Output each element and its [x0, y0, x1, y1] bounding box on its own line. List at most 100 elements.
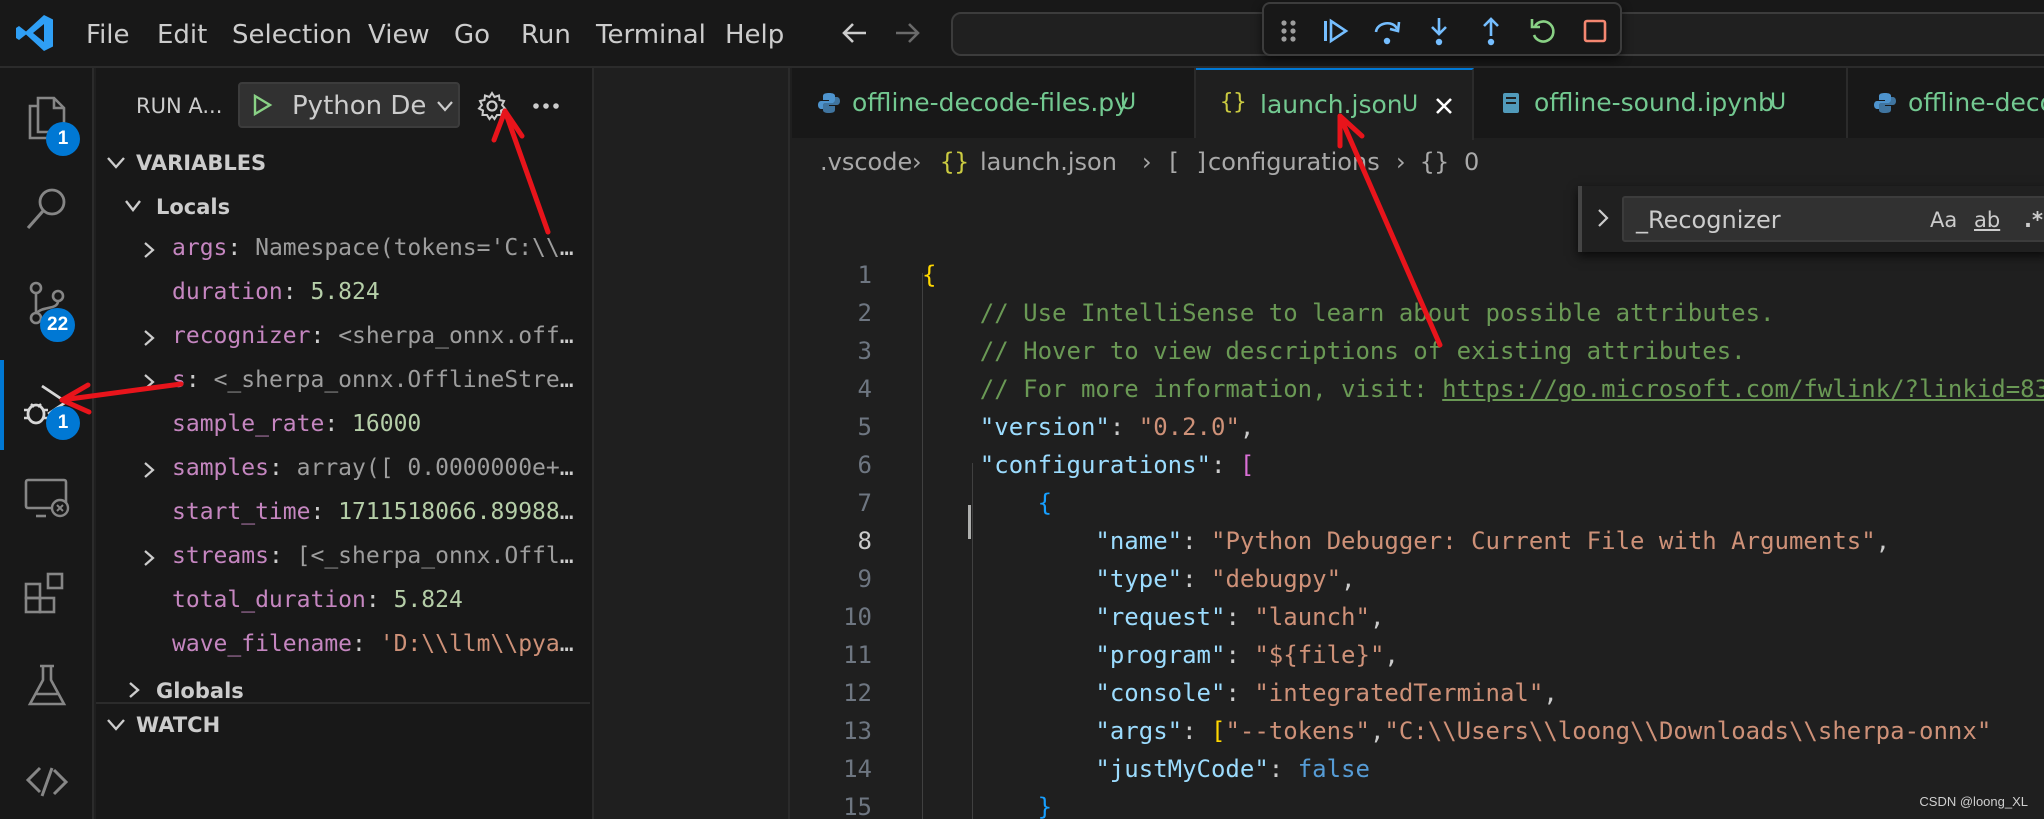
menu-terminal[interactable]: Terminal: [596, 20, 706, 50]
tab-label: offline-decode-files.py: [1908, 88, 2044, 117]
tab-offline-sound[interactable]: offline-sound.ipynb U: [1474, 68, 1848, 138]
variable-row[interactable]: start_time: 1711518066.89988...: [96, 492, 590, 536]
menu-selection[interactable]: Selection: [232, 20, 352, 50]
tab-status: U: [1120, 90, 1137, 115]
line-number: 4: [857, 375, 872, 403]
variable-row[interactable]: duration: 5.824: [96, 272, 590, 316]
variable-separator: :: [227, 235, 256, 261]
breadcrumb-file[interactable]: launch.json: [980, 148, 1117, 176]
variable-row[interactable]: sample_rate: 16000: [96, 404, 590, 448]
breadcrumb-item-0[interactable]: 0: [1464, 148, 1479, 176]
code-token: "launch": [1254, 603, 1370, 631]
step-over-icon[interactable]: [1370, 14, 1404, 48]
back-arrow-icon[interactable]: [836, 14, 874, 52]
run-debug-button[interactable]: 1: [0, 360, 94, 450]
section-divider: [96, 702, 590, 704]
explorer-button[interactable]: 1: [0, 72, 94, 162]
variable-row[interactable]: args: Namespace(tokens='C:\\Users\\loong…: [96, 228, 590, 272]
variables-section-header[interactable]: VARIABLES: [96, 146, 590, 180]
line-number: 14: [843, 755, 872, 783]
variable-name: total_duration: [172, 587, 366, 613]
variable-row[interactable]: s: <_sherpa_onnx.OfflineStream object>: [96, 360, 590, 404]
code-token: ,: [1369, 717, 1385, 745]
remote-button[interactable]: [0, 736, 94, 819]
code-token: :: [1225, 603, 1255, 631]
variable-row[interactable]: samples: array([ 0.0000000e+00, 0.000000…: [96, 448, 590, 492]
variable-value: 1711518066.89988...: [338, 499, 586, 525]
variable-row[interactable]: recognizer: <sherpa_onnx.offline_recogni…: [96, 316, 590, 360]
restart-icon[interactable]: [1526, 14, 1560, 48]
breadcrumb-configurations[interactable]: configurations: [1208, 148, 1380, 176]
chevron-right-icon[interactable]: [142, 329, 156, 347]
variable-separator: :: [185, 367, 214, 393]
continue-icon[interactable]: [1318, 14, 1352, 48]
start-debugging-icon[interactable]: [250, 93, 274, 117]
close-icon[interactable]: [1434, 96, 1454, 116]
code-token: :: [1182, 565, 1211, 593]
variable-value: 16000: [352, 411, 422, 437]
editor-area: offline-decode-files.py U {} launch.json…: [792, 68, 2044, 819]
variable-name: duration: [172, 279, 283, 305]
code-token: "type": [1095, 565, 1183, 593]
debug-toolbar: [1262, 2, 1622, 56]
forward-arrow-icon[interactable]: [888, 14, 926, 52]
chevron-right-icon[interactable]: [142, 373, 156, 391]
breadcrumb-folder[interactable]: .vscode: [820, 148, 912, 176]
menu-run[interactable]: Run: [521, 20, 571, 50]
code-token: :: [1109, 413, 1139, 441]
step-into-icon[interactable]: [1422, 14, 1456, 48]
match-whole-word-toggle[interactable]: ab: [1974, 208, 2000, 232]
match-case-toggle[interactable]: Aa: [1930, 208, 1957, 232]
search-button[interactable]: [0, 164, 94, 254]
drag-handle-icon[interactable]: [1278, 14, 1300, 48]
variable-name: streams: [172, 543, 269, 569]
vscode-logo-icon[interactable]: [14, 12, 56, 54]
chevron-right-icon[interactable]: [142, 241, 156, 259]
variable-text: wave_filename: 'D:\\llm\\pyaudio\\test.w…: [172, 631, 586, 657]
menu-file[interactable]: File: [86, 20, 130, 50]
object-icon: {}: [1420, 148, 1449, 176]
source-control-button[interactable]: 22: [0, 258, 94, 348]
find-widget: _Recognizer Aa ab .*: [1578, 186, 2044, 252]
find-input[interactable]: _Recognizer Aa ab .*: [1622, 196, 2044, 242]
line-number: 3: [857, 337, 872, 365]
more-actions-icon[interactable]: [530, 92, 562, 120]
gear-icon[interactable]: [476, 90, 508, 122]
variable-row[interactable]: total_duration: 5.824: [96, 580, 590, 624]
tab-launch-json[interactable]: {} launch.json U: [1196, 68, 1474, 140]
step-out-icon[interactable]: [1474, 14, 1508, 48]
menu-help[interactable]: Help: [725, 20, 784, 50]
variable-name: wave_filename: [172, 631, 353, 657]
code-token: "debugpy": [1211, 565, 1342, 593]
debug-config-select[interactable]: Python De: [238, 82, 460, 128]
extensions-button[interactable]: [0, 548, 94, 638]
locals-scope[interactable]: Locals: [96, 190, 590, 224]
variable-separator: :: [365, 587, 394, 613]
tab-offline-decode-files[interactable]: offline-decode-files.py U: [792, 68, 1196, 138]
stop-icon[interactable]: [1578, 14, 1612, 48]
tab-offline-decode-files-2[interactable]: offline-decode-files.py U: [1848, 68, 2044, 138]
variable-name: samples: [172, 455, 269, 481]
variable-row[interactable]: wave_filename: 'D:\\llm\\pyaudio\\test.w…: [96, 624, 590, 668]
testing-button[interactable]: [0, 642, 94, 732]
menu-edit[interactable]: Edit: [157, 20, 207, 50]
remote-explorer-button[interactable]: [0, 454, 94, 544]
chevron-right-icon[interactable]: [142, 461, 156, 479]
line-number: 1: [857, 261, 872, 289]
line-number: 6: [857, 451, 872, 479]
variable-row[interactable]: streams: [<_sherpa_onnx.OfflineStream ob…: [96, 536, 590, 580]
use-regex-toggle[interactable]: .*: [2024, 208, 2043, 232]
chevron-right-icon[interactable]: [1596, 208, 1610, 228]
variable-text: s: <_sherpa_onnx.OfflineStream object>: [172, 367, 586, 393]
menu-view[interactable]: View: [368, 20, 430, 50]
variable-name: sample_rate: [172, 411, 325, 437]
chevron-down-icon: [437, 101, 453, 112]
python-icon: [818, 93, 840, 113]
menu-go[interactable]: Go: [454, 20, 490, 50]
chevron-right-icon[interactable]: [142, 549, 156, 567]
code-editor[interactable]: 1 {2 // Use IntelliSense to learn about p…: [792, 254, 2044, 819]
watch-section-header[interactable]: WATCH: [96, 708, 590, 742]
code-token: "Python Debugger: Current File with Argu…: [1211, 527, 1876, 555]
